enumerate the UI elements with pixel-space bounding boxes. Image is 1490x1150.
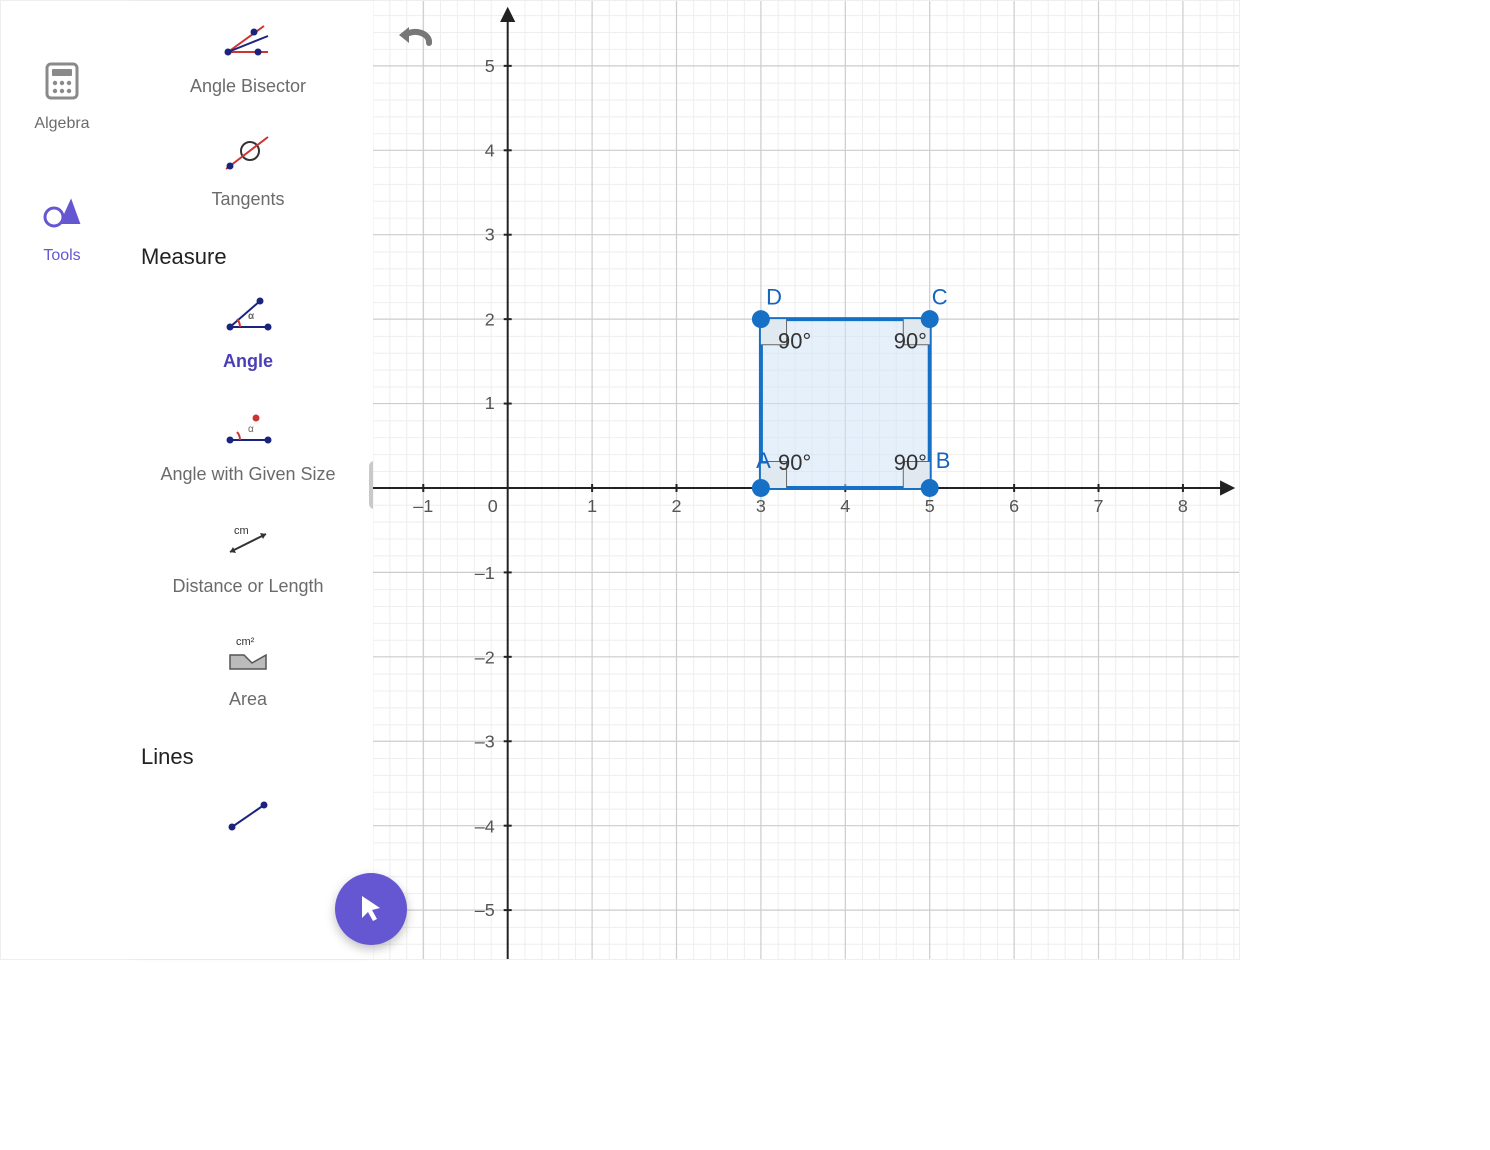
distance-icon: cm xyxy=(224,517,272,565)
undo-icon xyxy=(395,23,433,51)
y-tick: 4 xyxy=(485,141,495,161)
tool-area[interactable]: cm² Area xyxy=(135,614,361,727)
y-tick: –5 xyxy=(475,900,495,920)
tool-angle-with-given-size[interactable]: α Angle with Given Size xyxy=(135,389,361,502)
y-tick: –3 xyxy=(475,731,495,751)
tool-label: Area xyxy=(229,688,267,711)
nav-tools[interactable]: Tools xyxy=(38,189,86,265)
tool-distance-length[interactable]: cm Distance or Length xyxy=(135,501,361,614)
tool-label: Angle xyxy=(223,350,273,373)
area-icon: cm² xyxy=(224,630,272,678)
y-tick: 1 xyxy=(485,393,495,413)
point-d[interactable] xyxy=(752,310,770,328)
section-lines: Lines xyxy=(135,726,361,776)
svg-text:α: α xyxy=(248,311,255,322)
y-tick: 2 xyxy=(485,309,495,329)
nav-algebra[interactable]: Algebra xyxy=(34,57,89,133)
x-tick: 6 xyxy=(1009,496,1019,516)
tool-angle-bisector[interactable]: Angle Bisector xyxy=(135,1,361,114)
x-tick: 4 xyxy=(840,496,850,516)
svg-text:cm: cm xyxy=(234,525,249,537)
svg-text:cm²: cm² xyxy=(236,636,255,648)
tool-tangents[interactable]: Tangents xyxy=(135,114,361,227)
y-tick: –1 xyxy=(475,563,495,583)
tool-label: Tangents xyxy=(211,188,284,211)
angle-c-label: 90° xyxy=(894,328,927,353)
section-measure: Measure xyxy=(135,226,361,276)
x-tick: 3 xyxy=(756,496,766,516)
undo-button[interactable] xyxy=(395,23,433,56)
tool-label: Angle Bisector xyxy=(190,75,306,98)
x-tick: 5 xyxy=(925,496,935,516)
nav-rail: Algebra Tools xyxy=(1,1,123,959)
tangents-icon xyxy=(224,130,272,178)
nav-algebra-label: Algebra xyxy=(34,115,89,133)
y-tick: –4 xyxy=(475,816,495,836)
angle-d-label: 90° xyxy=(778,328,811,353)
nav-tools-label: Tools xyxy=(43,247,80,265)
point-b-label: B xyxy=(936,448,951,473)
shapes-icon xyxy=(38,189,86,237)
point-d-label: D xyxy=(766,284,782,309)
coordinate-grid: –1 0 1 2 3 4 5 6 7 8 1 2 3 4 5 –1 –2 –3 … xyxy=(373,1,1239,959)
svg-text:α: α xyxy=(248,424,254,435)
origin-label: 0 xyxy=(488,496,498,516)
pointer-fab[interactable] xyxy=(335,873,407,945)
tool-label: Distance or Length xyxy=(172,575,323,598)
x-tick: 1 xyxy=(587,496,597,516)
angle-icon: α xyxy=(224,292,272,340)
tool-panel: Angle Bisector Tangents Measure xyxy=(123,1,373,959)
x-tick: 8 xyxy=(1178,496,1188,516)
y-tick: –2 xyxy=(475,648,495,668)
point-b[interactable] xyxy=(921,479,939,497)
angle-b-label: 90° xyxy=(894,450,927,475)
segment-icon xyxy=(224,792,272,840)
x-tick: 7 xyxy=(1094,496,1104,516)
tool-segment[interactable] xyxy=(135,776,361,840)
y-tick: 5 xyxy=(485,56,495,76)
tool-angle[interactable]: α Angle xyxy=(135,276,361,389)
cursor-icon xyxy=(356,892,386,927)
tool-label: Angle with Given Size xyxy=(160,463,335,486)
calculator-icon xyxy=(38,57,86,105)
angle-bisector-icon xyxy=(224,17,272,65)
angle-size-icon: α xyxy=(224,405,272,453)
point-c[interactable] xyxy=(921,310,939,328)
y-tick: 3 xyxy=(485,224,495,244)
x-tick: –1 xyxy=(413,496,433,516)
angle-a-label: 90° xyxy=(778,450,811,475)
point-a[interactable] xyxy=(752,479,770,497)
graphics-canvas[interactable]: –1 0 1 2 3 4 5 6 7 8 1 2 3 4 5 –1 –2 –3 … xyxy=(373,1,1239,959)
point-c-label: C xyxy=(932,284,948,309)
point-a-label: A xyxy=(756,448,771,473)
x-tick: 2 xyxy=(671,496,681,516)
